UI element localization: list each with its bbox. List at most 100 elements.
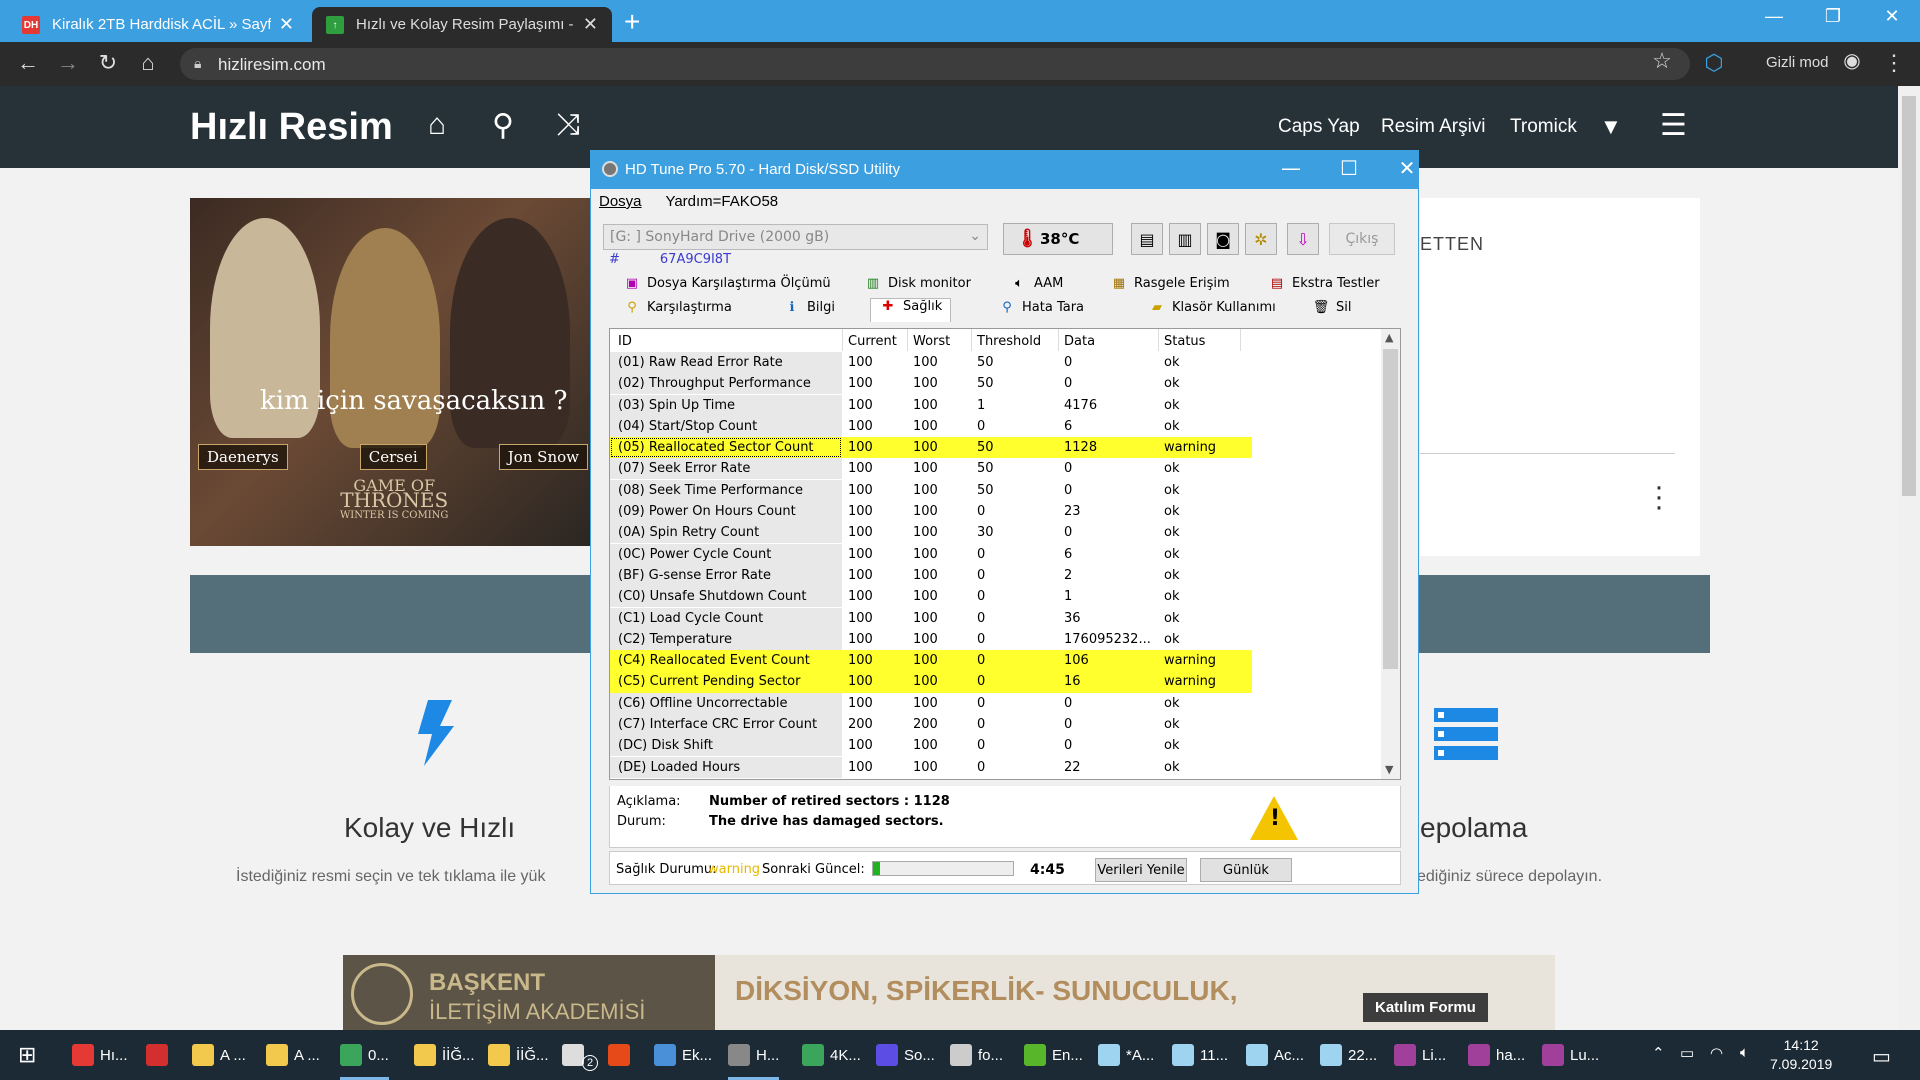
incognito-icon[interactable]: ◉ [1838, 48, 1866, 73]
restore-icon[interactable]: ❐ [1813, 6, 1853, 27]
notification-icon[interactable]: ▭ [1872, 1044, 1891, 1069]
hdtune-titlebar[interactable]: HD Tune Pro 5.70 - Hard Disk/SSD Utility… [591, 151, 1418, 189]
copy-info-icon[interactable]: ▤ [1131, 223, 1163, 255]
table-row[interactable]: (0C) Power Cycle Count 100 100 0 6 ok [610, 543, 1380, 565]
back-icon[interactable]: ← [14, 50, 42, 76]
home-icon[interactable]: ⌂ [134, 50, 162, 76]
tab-file-benchmark[interactable]: ▣ Dosya Karşılaştırma Ölçümü [623, 276, 831, 291]
forward-icon[interactable]: → [54, 50, 82, 76]
taskbar-app-button[interactable]: A ... [266, 1030, 320, 1080]
taskbar-app-button[interactable]: *A... [1098, 1030, 1154, 1080]
save-download-icon[interactable]: ⇩ [1287, 223, 1319, 255]
taskbar-app-button[interactable]: 2 [562, 1030, 598, 1080]
column-header[interactable]: Status [1164, 334, 1205, 349]
tab-info[interactable]: ℹ︎ Bilgi [783, 300, 836, 315]
scrollbar-thumb[interactable] [1902, 96, 1916, 496]
taskbar-app-button[interactable] [608, 1030, 636, 1080]
table-row[interactable]: (BF) G-sense Error Rate 100 100 0 2 ok [610, 564, 1380, 586]
home-icon[interactable]: ⌂ [428, 108, 446, 142]
minimize-icon[interactable]: — [1754, 6, 1794, 27]
taskbar-app-button[interactable]: H... [728, 1030, 780, 1080]
scroll-up-icon[interactable]: ▲ [1385, 331, 1393, 344]
table-row[interactable]: (C5) Current Pending Sector 100 100 0 16 warn… [610, 671, 1252, 693]
tab-disk-monitor[interactable]: ▥ Disk monitor [864, 276, 971, 291]
tab-aam[interactable]: 🔈︎ AAM [1010, 276, 1063, 291]
menu-dosya[interactable]: Dosya [599, 193, 642, 210]
more-options-icon[interactable]: · · · [1654, 472, 1664, 522]
table-row[interactable]: (0A) Spin Retry Count 100 100 30 0 ok [610, 522, 1380, 544]
table-row[interactable]: (05) Reallocated Sector Count 100 100 50 112… [610, 437, 1252, 459]
table-row[interactable]: (C7) Interface CRC Error Count 200 200 0 0 ok [610, 714, 1380, 736]
table-row[interactable]: (07) Seek Error Rate 100 100 50 0 ok [610, 458, 1380, 480]
screenshot-camera-icon[interactable]: ◙ [1207, 223, 1239, 255]
address-bar[interactable]: 🔒︎ hizliresim.com [180, 48, 1690, 80]
taskbar-app-button[interactable]: 4K... [802, 1030, 861, 1080]
battery-icon[interactable]: ▭ [1680, 1044, 1694, 1062]
taskbar-app-button[interactable]: ha... [1468, 1030, 1525, 1080]
taskbar-app-button[interactable]: So... [876, 1030, 935, 1080]
table-row[interactable]: (DC) Disk Shift 100 100 0 0 ok [610, 735, 1380, 757]
close-tab-icon[interactable]: ✕ [583, 14, 598, 35]
table-row[interactable]: (04) Start/Stop Count 100 100 0 6 ok [610, 415, 1380, 437]
table-row[interactable]: (03) Spin Up Time 100 100 1 4176 ok [610, 394, 1380, 416]
column-header[interactable]: Data [1064, 334, 1095, 349]
nav-caps-yap[interactable]: Caps Yap [1278, 116, 1360, 138]
taskbar-app-button[interactable]: Hı... [72, 1030, 128, 1080]
taskbar-clock[interactable]: 14:12 7.09.2019 [1770, 1036, 1832, 1074]
taskbar-app-button[interactable]: A ... [192, 1030, 246, 1080]
table-row[interactable]: (01) Raw Read Error Rate 100 100 50 0 ok [610, 352, 1380, 373]
taskbar-app-button[interactable]: Li... [1394, 1030, 1446, 1080]
tab-erase[interactable]: 🗑︎ Sil [1312, 300, 1352, 315]
menu-yardim[interactable]: Yardım=FAKO58 [665, 193, 778, 210]
minimize-icon[interactable]: — [1271, 156, 1311, 180]
options-icon[interactable]: ✲ [1245, 223, 1277, 255]
site-logo[interactable]: Hızlı Resim [190, 106, 393, 149]
taskbar-app-button[interactable] [146, 1030, 174, 1080]
wifi-icon[interactable]: ◠ [1710, 1044, 1723, 1062]
ad-form-button[interactable]: Katılım Formu [1363, 993, 1488, 1022]
table-row[interactable]: (02) Throughput Performance 100 100 50 0 ok [610, 373, 1380, 395]
table-row[interactable]: (C2) Temperature 100 100 0 176095232... ok [610, 628, 1380, 650]
browser-tab-active[interactable]: ↑ Hızlı ve Kolay Resim Paylaşımı - ✕ [312, 7, 612, 42]
taskbar-app-button[interactable]: 22... [1320, 1030, 1377, 1080]
nav-resim-arsivi[interactable]: Resim Arşivi [1381, 116, 1486, 138]
tab-extra-tests[interactable]: ▤ Ekstra Testler [1268, 276, 1380, 291]
maximize-icon[interactable]: ☐ [1329, 156, 1369, 180]
copy-all-icon[interactable]: ▥ [1169, 223, 1201, 255]
taskbar-app-button[interactable]: 11... [1172, 1030, 1228, 1080]
taskbar-app-button[interactable]: Ac... [1246, 1030, 1304, 1080]
scrollbar-thumb[interactable] [1383, 349, 1398, 669]
bookmark-star-icon[interactable]: ☆ [1648, 48, 1676, 74]
table-row[interactable]: (08) Seek Time Performance 100 100 50 0 ok [610, 479, 1380, 501]
shuffle-icon[interactable]: ⤨ [556, 108, 580, 142]
table-row[interactable]: (C0) Unsafe Shutdown Count 100 100 0 1 ok [610, 586, 1380, 608]
table-row[interactable]: (C1) Load Cycle Count 100 100 0 36 ok [610, 607, 1380, 629]
column-header[interactable]: ID [618, 334, 632, 349]
table-row[interactable]: (C6) Offline Uncorrectable 100 100 0 0 ok [610, 692, 1380, 714]
table-scrollbar[interactable]: ▲ ▼ [1381, 329, 1400, 779]
chevron-down-icon[interactable]: ▼ [1600, 114, 1622, 140]
tab-error-scan[interactable]: ⚲ Hata Tara [998, 300, 1084, 315]
windows-start-icon[interactable]: ⊞ [18, 1030, 36, 1080]
table-row[interactable]: (C4) Reallocated Event Count 100 100 0 106 wa… [610, 650, 1252, 672]
taskbar-app-button[interactable]: fo... [950, 1030, 1003, 1080]
tab-health[interactable]: ✚ Sağlık [870, 298, 952, 322]
browser-tab-inactive[interactable]: DH Kiralık 2TB Harddisk ACİL » Sayfa ✕ [8, 7, 308, 42]
drive-select[interactable]: [G: ] SonyHard Drive (2000 gB) ⌄ [603, 224, 988, 250]
column-header[interactable]: Threshold [977, 334, 1041, 349]
close-window-icon[interactable]: ✕ [1387, 156, 1427, 180]
log-button[interactable]: Günlük [1200, 858, 1292, 882]
scroll-down-icon[interactable]: ▼ [1385, 763, 1393, 776]
smart-attributes-table[interactable]: ID Current Worst Threshold Data Status (… [609, 328, 1401, 780]
tab-folder-usage[interactable]: ▰ Klasör Kullanımı [1148, 300, 1276, 315]
hamburger-menu-icon[interactable]: ☰ [1660, 108, 1687, 143]
game-ad-image[interactable]: kim için savaşacaksın ? Daenerys Cersei … [190, 198, 590, 546]
taskbar-app-button[interactable]: 0... [340, 1030, 389, 1080]
close-tab-icon[interactable]: ✕ [279, 14, 294, 35]
taskbar-app-button[interactable]: En... [1024, 1030, 1083, 1080]
nav-user[interactable]: Tromick [1510, 116, 1577, 138]
table-row[interactable]: (DE) Loaded Hours 100 100 0 22 ok [610, 756, 1380, 778]
new-tab-button[interactable]: + [624, 6, 640, 38]
taskbar-app-button[interactable]: İİĞ... [414, 1030, 475, 1080]
reload-icon[interactable]: ↻ [94, 50, 122, 76]
